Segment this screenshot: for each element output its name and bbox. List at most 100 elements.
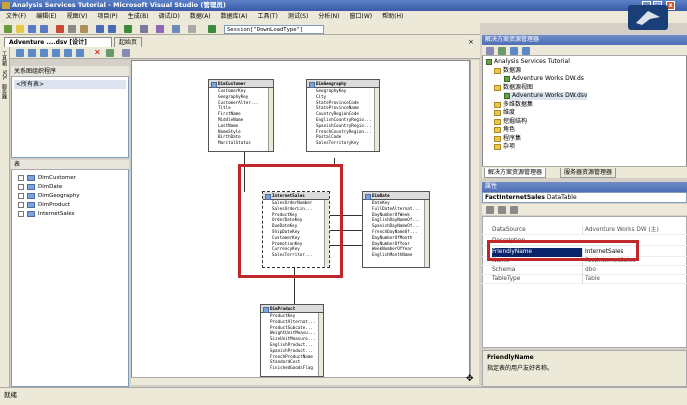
solution-node[interactable]: 杂项 [494,143,515,151]
expand-icon[interactable] [18,174,24,181]
properties-icon[interactable] [172,25,180,33]
menu-database[interactable]: 数据库(A) [221,13,248,20]
menu-help[interactable]: 帮助(H) [382,13,403,20]
server-tab[interactable]: 服务器 [0,80,8,99]
entity-scrollbar[interactable] [424,200,429,267]
property-pages-icon[interactable] [510,206,518,214]
menu-bar: 文件(F) 编辑(E) 视图(V) 项目(P) 生成(B) 调试(D) 数据(A) 数据库(A… [0,11,687,23]
menu-data[interactable]: 数据(A) [190,13,211,20]
new-named-query-icon[interactable] [28,49,36,57]
vertical-scrollbar[interactable] [470,60,479,385]
solution-node[interactable]: 数据源视图 [494,84,533,92]
new-calculation-icon[interactable] [52,49,60,57]
view-designer-icon[interactable] [522,47,530,55]
refresh-icon[interactable] [106,49,114,57]
menu-project[interactable]: 项目(P) [97,13,117,20]
undo-icon[interactable] [96,25,104,33]
property-value[interactable]: dbo [582,266,682,275]
alphabetical-icon[interactable] [498,206,506,214]
property-value[interactable]: Table [582,275,682,284]
window-title: Analysis Services Tutorial - Microsoft V… [12,1,226,9]
solution-node[interactable]: 程序集 [494,135,521,143]
explore-data-icon[interactable] [122,49,130,57]
property-row[interactable]: Schema dbo [482,266,687,275]
menu-edit[interactable]: 编辑(E) [36,13,56,20]
solution-node[interactable]: 数据源 [494,67,521,75]
property-value[interactable]: Adventure Works DW (主) [582,226,682,235]
toolbox-tab[interactable]: 工具箱 [0,47,8,66]
view-code-icon[interactable] [510,47,518,55]
delete-icon[interactable]: ✕ [94,49,102,57]
table-tree-item[interactable]: DimGeography [18,192,80,201]
tab-start-page[interactable]: 起始页 [114,37,142,47]
entity-dimcustomer[interactable]: DimCustomer CustomerKey GeographyKey Cus… [208,79,274,152]
solution-icon[interactable] [156,25,164,33]
entity-dimdate[interactable]: DimDate DateKey FullDateAlternat... DayN… [362,191,430,268]
folder-icon [494,143,501,150]
menu-analyze[interactable]: 分析(N) [318,13,339,20]
open-icon[interactable] [16,25,24,33]
find-table-icon[interactable] [76,49,84,57]
menu-tools[interactable]: 工具(T) [257,13,277,20]
menu-window[interactable]: 窗口(W) [349,13,372,20]
solution-node-label: 程序集 [503,135,522,142]
expand-icon[interactable] [18,201,24,208]
solution-node[interactable]: 角色 [494,126,515,134]
app-icon [2,2,10,9]
tab-solution-explorer[interactable]: 解决方案资源管理器 [484,168,547,178]
menu-build[interactable]: 生成(B) [128,13,149,20]
copy-icon[interactable] [68,25,76,33]
solution-node-selected[interactable]: Adventure Works DW.dsv [504,92,588,100]
status-bar: 就绪 [0,387,687,405]
table-label: DimProduct [38,202,71,208]
table-tree-item[interactable]: DimCustomer [18,174,76,183]
solution-node[interactable]: 挖掘结构 [494,118,527,126]
refresh-icon[interactable] [498,47,506,55]
expand-icon[interactable] [18,192,24,199]
expand-icon[interactable] [18,183,24,190]
entity-scrollbar[interactable] [374,88,379,151]
expand-icon[interactable] [18,210,24,217]
save-icon[interactable] [28,25,36,33]
new-project-icon[interactable] [4,25,12,33]
categorized-icon[interactable] [486,206,494,214]
new-relationship-icon[interactable] [40,49,48,57]
navigate-icon[interactable]: ✥ [466,374,476,384]
solution-node[interactable]: Adventure Works DW.ds [504,75,584,83]
entity-dimgeography[interactable]: DimGeography GeographyKey City StateProv… [306,79,380,152]
solution-node[interactable]: 维度 [494,109,515,117]
menu-view[interactable]: 视图(V) [67,13,88,20]
play-icon[interactable] [208,25,216,33]
toolbox-icon[interactable] [188,25,196,33]
replace-table-icon[interactable] [64,49,72,57]
table-tree-item[interactable]: DimDate [18,183,62,192]
menu-debug[interactable]: 调试(D) [159,13,180,20]
tab-dsv-design[interactable]: Adventure ....dsv [设计] [4,37,112,47]
menu-test[interactable]: 测试(S) [288,13,309,20]
session-combo[interactable]: Session["DownLoadType"] [224,25,324,34]
entity-scrollbar[interactable] [318,313,323,376]
solution-node[interactable]: 多维数据集 [494,101,533,109]
find-icon[interactable] [140,25,148,33]
properties-object-selector[interactable]: FactInternetSales DataTable [482,192,687,203]
sql-tab[interactable]: SQL [0,66,7,80]
table-tree-item[interactable]: InternetSales [18,210,74,219]
add-table-icon[interactable] [16,49,24,57]
property-row[interactable]: TableType Table [482,275,687,284]
solution-node[interactable]: Analysis Services Tutorial [486,58,570,66]
entity-dimproduct[interactable]: DimProduct ProductKey ProductAlternat...… [260,304,324,377]
save-all-icon[interactable] [40,25,48,33]
redo-icon[interactable] [108,25,116,33]
tab-server-explorer[interactable]: 服务器资源管理器 [560,168,617,178]
entity-scrollbar[interactable] [268,88,273,151]
close-doc-icon[interactable]: × [468,38,476,46]
property-row[interactable]: DataSource Adventure Works DW (主) [482,226,687,235]
properties-icon[interactable] [486,47,494,55]
menu-file[interactable]: 文件(F) [6,13,26,20]
table-tree-item[interactable]: DimProduct [18,201,70,210]
cut-icon[interactable] [56,25,64,33]
paste-icon[interactable] [80,25,88,33]
start-debug-icon[interactable] [124,25,132,33]
diagram-all-tables-item[interactable]: <所有表> [14,80,126,89]
horizontal-scrollbar[interactable] [131,377,471,385]
